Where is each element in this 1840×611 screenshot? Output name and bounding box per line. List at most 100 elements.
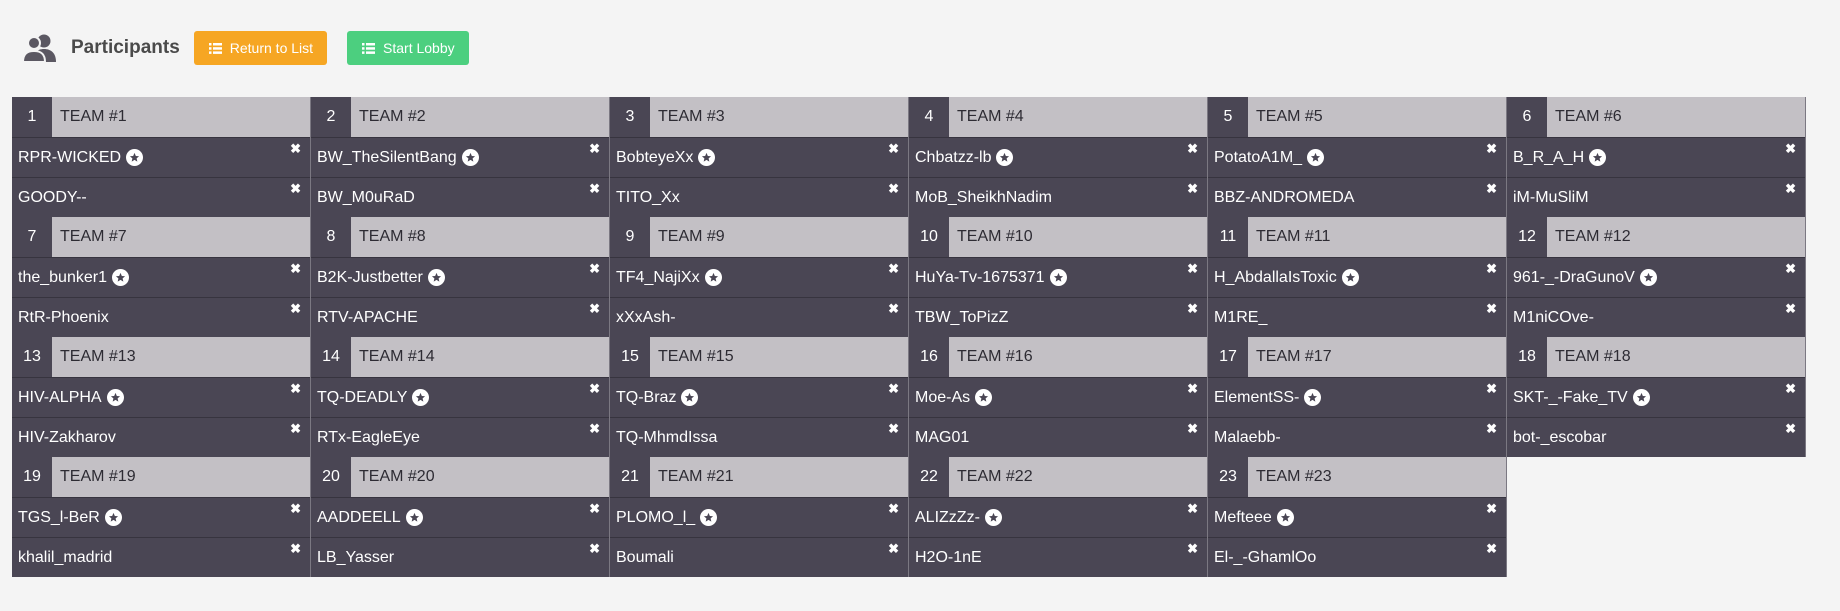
close-icon[interactable]: ✖ — [888, 302, 899, 316]
team-card: 4 TEAM #4 Chbatzz-lb ✖ MoB_SheikhNadim ✖ — [909, 97, 1208, 217]
close-icon[interactable]: ✖ — [888, 182, 899, 196]
close-icon[interactable]: ✖ — [1785, 422, 1796, 436]
return-to-list-button[interactable]: Return to List — [193, 31, 328, 65]
team-card: 1 TEAM #1 RPR-WICKED ✖ GOODY-- ✖ — [12, 97, 311, 217]
player-name: HIV-ALPHA — [18, 388, 102, 406]
close-icon[interactable]: ✖ — [888, 382, 899, 396]
player-row: AADDEELL ✖ — [311, 497, 609, 537]
close-icon[interactable]: ✖ — [290, 502, 301, 516]
close-icon[interactable]: ✖ — [1486, 542, 1497, 556]
close-icon[interactable]: ✖ — [290, 182, 301, 196]
team-header: 8 TEAM #8 — [311, 217, 609, 257]
close-icon[interactable]: ✖ — [1785, 262, 1796, 276]
close-icon[interactable]: ✖ — [290, 422, 301, 436]
team-header: 23 TEAM #23 — [1208, 457, 1506, 497]
player-name: MAG01 — [915, 428, 970, 446]
player-row: HIV-ALPHA ✖ — [12, 377, 310, 417]
player-row: El-_-GhamlOo ✖ — [1208, 537, 1506, 577]
close-icon[interactable]: ✖ — [290, 382, 301, 396]
team-number: 1 — [12, 97, 52, 137]
close-icon[interactable]: ✖ — [888, 542, 899, 556]
star-badge-icon — [984, 509, 1002, 526]
close-icon[interactable]: ✖ — [290, 262, 301, 276]
team-header: 21 TEAM #21 — [610, 457, 908, 497]
close-icon[interactable]: ✖ — [589, 302, 600, 316]
close-icon[interactable]: ✖ — [589, 142, 600, 156]
player-name: TQ-MhmdIssa — [616, 428, 718, 446]
team-card: 2 TEAM #2 BW_TheSilentBang ✖ BW_M0uRaD ✖ — [311, 97, 610, 217]
close-icon[interactable]: ✖ — [1187, 262, 1198, 276]
close-icon[interactable]: ✖ — [1187, 542, 1198, 556]
team-card: 19 TEAM #19 TGS_l-BeR ✖ khalil_madrid ✖ — [12, 457, 311, 577]
player-row: RtR-Phoenix ✖ — [12, 297, 310, 337]
team-card: 16 TEAM #16 Moe-As ✖ MAG01 ✖ — [909, 337, 1208, 457]
close-icon[interactable]: ✖ — [888, 142, 899, 156]
close-icon[interactable]: ✖ — [290, 302, 301, 316]
player-name: BobteyeXx — [616, 148, 694, 166]
star-badge-icon — [704, 269, 722, 286]
team-card: 8 TEAM #8 B2K-Justbetter ✖ RTV-APACHE ✖ — [311, 217, 610, 337]
close-icon[interactable]: ✖ — [1486, 422, 1497, 436]
list-icon — [362, 42, 376, 54]
close-icon[interactable]: ✖ — [888, 502, 899, 516]
player-row: B_R_A_H ✖ — [1507, 137, 1805, 177]
close-icon[interactable]: ✖ — [1486, 142, 1497, 156]
close-icon[interactable]: ✖ — [290, 142, 301, 156]
team-grid: 1 TEAM #1 RPR-WICKED ✖ GOODY-- ✖ 2 TEAM #2 BW_Th… — [12, 97, 1806, 577]
player-row: BBZ-ANDROMEDA ✖ — [1208, 177, 1506, 217]
close-icon[interactable]: ✖ — [589, 542, 600, 556]
close-icon[interactable]: ✖ — [589, 422, 600, 436]
close-icon[interactable]: ✖ — [888, 262, 899, 276]
player-name: 961-_-DraGunoV — [1513, 268, 1635, 286]
close-icon[interactable]: ✖ — [1187, 422, 1198, 436]
close-icon[interactable]: ✖ — [888, 422, 899, 436]
team-header: 20 TEAM #20 — [311, 457, 609, 497]
close-icon[interactable]: ✖ — [589, 382, 600, 396]
star-badge-icon — [106, 389, 124, 406]
player-name: khalil_madrid — [18, 548, 113, 566]
close-icon[interactable]: ✖ — [1187, 182, 1198, 196]
close-icon[interactable]: ✖ — [1187, 142, 1198, 156]
close-icon[interactable]: ✖ — [1486, 382, 1497, 396]
close-icon[interactable]: ✖ — [589, 182, 600, 196]
close-icon[interactable]: ✖ — [589, 262, 600, 276]
star-badge-icon — [1049, 269, 1067, 286]
close-icon[interactable]: ✖ — [1486, 502, 1497, 516]
player-row: bot-_escobar ✖ — [1507, 417, 1805, 457]
team-card: 9 TEAM #9 TF4_NajiXx ✖ xXxAsh- ✖ — [610, 217, 909, 337]
star-badge-icon — [1276, 509, 1294, 526]
player-name: Chbatzz-lb — [915, 148, 992, 166]
team-number: 16 — [909, 337, 949, 377]
player-name: SKT-_-Fake_TV — [1513, 388, 1628, 406]
player-row: Malaebb- ✖ — [1208, 417, 1506, 457]
close-icon[interactable]: ✖ — [290, 542, 301, 556]
close-icon[interactable]: ✖ — [1187, 502, 1198, 516]
team-card: 7 TEAM #7 the_bunker1 ✖ RtR-Phoenix ✖ — [12, 217, 311, 337]
close-icon[interactable]: ✖ — [589, 502, 600, 516]
player-row: BW_M0uRaD ✖ — [311, 177, 609, 217]
team-name: TEAM #4 — [957, 108, 1024, 125]
close-icon[interactable]: ✖ — [1785, 142, 1796, 156]
player-row: Chbatzz-lb ✖ — [909, 137, 1207, 177]
close-icon[interactable]: ✖ — [1486, 182, 1497, 196]
player-row: Mefteee ✖ — [1208, 497, 1506, 537]
player-row: RPR-WICKED ✖ — [12, 137, 310, 177]
close-icon[interactable]: ✖ — [1486, 302, 1497, 316]
team-name: TEAM #16 — [957, 348, 1033, 365]
team-header: 11 TEAM #11 — [1208, 217, 1506, 257]
close-icon[interactable]: ✖ — [1785, 382, 1796, 396]
team-name: TEAM #12 — [1555, 228, 1631, 245]
player-name: Mefteee — [1214, 508, 1272, 526]
player-row: xXxAsh- ✖ — [610, 297, 908, 337]
start-lobby-button[interactable]: Start Lobby — [347, 31, 469, 65]
return-to-list-label: Return to List — [229, 40, 314, 56]
close-icon[interactable]: ✖ — [1187, 382, 1198, 396]
team-header: 15 TEAM #15 — [610, 337, 908, 377]
player-row: BW_TheSilentBang ✖ — [311, 137, 609, 177]
player-name: TQ-DEADLY — [317, 388, 408, 406]
close-icon[interactable]: ✖ — [1486, 262, 1497, 276]
close-icon[interactable]: ✖ — [1785, 302, 1796, 316]
close-icon[interactable]: ✖ — [1785, 182, 1796, 196]
close-icon[interactable]: ✖ — [1187, 302, 1198, 316]
star-badge-icon — [1341, 269, 1359, 286]
